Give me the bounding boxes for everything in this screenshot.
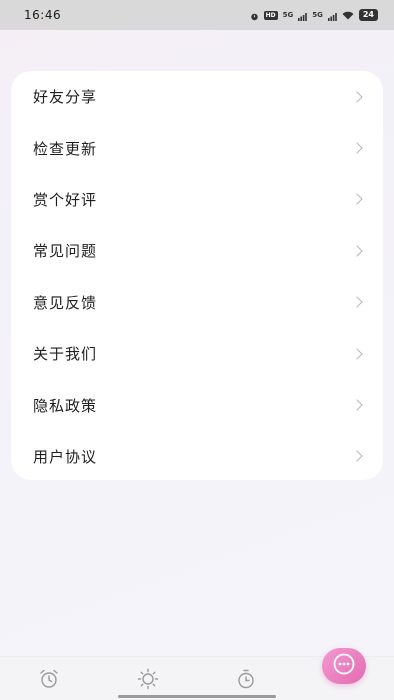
sun-icon — [137, 668, 159, 690]
home-indicator — [118, 695, 276, 698]
tab-alarm[interactable] — [25, 657, 73, 700]
menu-item-faq[interactable]: 常见问题 — [11, 225, 383, 276]
menu-item-about-us[interactable]: 关于我们 — [11, 328, 383, 379]
status-time: 16:46 — [24, 8, 62, 22]
status-bar: 16:46 HD 5G 5G 24 — [0, 0, 394, 30]
menu-item-user-agreement[interactable]: 用户协议 — [11, 431, 383, 482]
menu-item-label: 隐私政策 — [33, 396, 98, 415]
signal-5g-icon: 5G — [282, 10, 294, 19]
menu-item-feedback[interactable]: 意见反馈 — [11, 277, 383, 328]
chevron-right-icon — [351, 450, 363, 463]
timer-icon — [235, 668, 257, 690]
alarm-icon — [250, 6, 259, 25]
tab-timer[interactable] — [222, 657, 270, 700]
status-icons: HD 5G 5G 24 — [250, 6, 378, 25]
chevron-right-icon — [351, 347, 363, 360]
hd-icon: HD — [263, 10, 278, 20]
menu-item-rate-app[interactable]: 赏个好评 — [11, 174, 383, 225]
menu-item-share-friends[interactable]: 好友分享 — [11, 71, 383, 122]
menu-item-label: 赏个好评 — [33, 190, 98, 209]
more-icon — [332, 652, 356, 680]
menu-item-privacy-policy[interactable]: 隐私政策 — [11, 379, 383, 430]
tab-weather[interactable] — [124, 657, 172, 700]
menu-item-label: 关于我们 — [33, 345, 98, 364]
chevron-right-icon — [351, 193, 363, 206]
menu-item-label: 检查更新 — [33, 139, 98, 158]
chevron-right-icon — [351, 142, 363, 154]
tab-more-active-button[interactable] — [322, 648, 366, 684]
menu-item-label: 好友分享 — [33, 88, 98, 107]
battery-indicator: 24 — [358, 9, 378, 21]
signal-bars-icon — [327, 6, 337, 25]
menu-item-label: 用户协议 — [33, 447, 98, 466]
menu-item-check-update[interactable]: 检查更新 — [11, 122, 383, 173]
chevron-right-icon — [351, 296, 363, 308]
chevron-right-icon — [351, 91, 363, 103]
menu-item-label: 意见反馈 — [33, 293, 98, 312]
chevron-right-icon — [351, 245, 363, 257]
signal-5g-icon: 5G — [312, 10, 323, 19]
signal-bars-icon — [298, 6, 308, 25]
wifi-icon — [342, 11, 354, 20]
chevron-right-icon — [351, 399, 363, 411]
settings-menu-card: 好友分享 检查更新 赏个好评 常见问题 意见反馈 关于我们 隐私政策 用户协议 — [11, 71, 383, 480]
menu-item-label: 常见问题 — [33, 242, 98, 261]
alarm-clock-icon — [38, 668, 60, 690]
